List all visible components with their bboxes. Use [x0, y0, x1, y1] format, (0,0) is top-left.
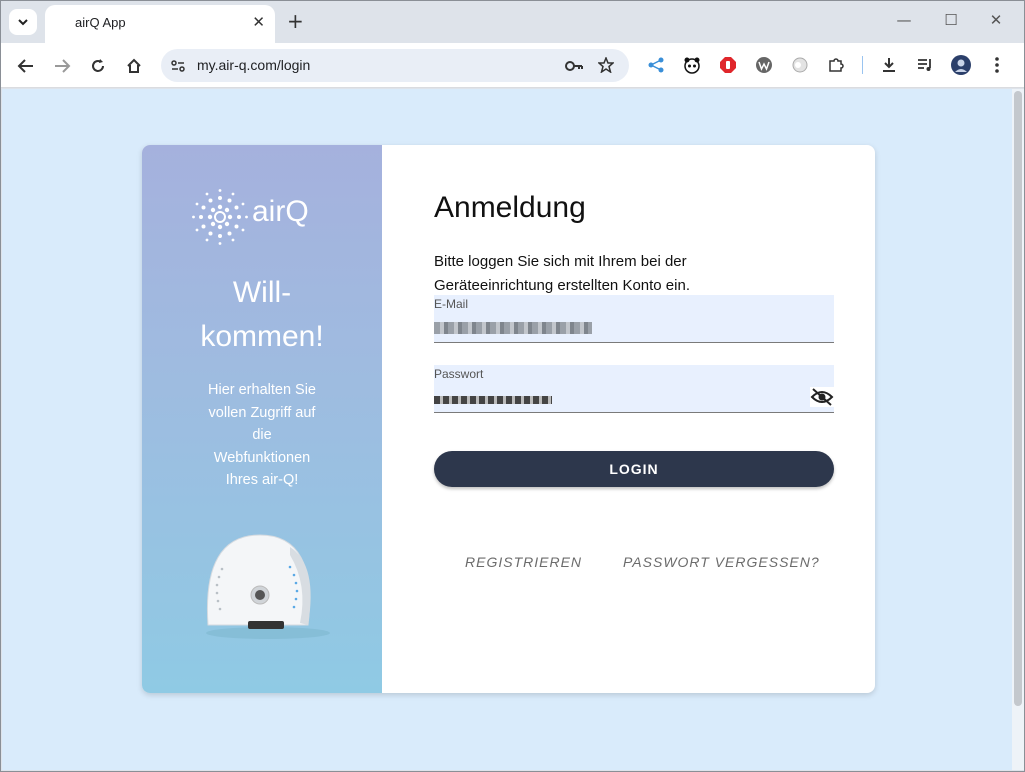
toolbar-divider [862, 56, 863, 74]
login-form-panel: Anmeldung Bitte loggen Sie sich mit Ihre… [382, 145, 875, 693]
w-extension-icon[interactable] [753, 54, 775, 76]
reload-icon[interactable] [86, 54, 110, 78]
welcome-description: Hier erhalten Sie vollen Zugriff auf die… [172, 379, 352, 492]
email-field[interactable]: E-Mail [434, 295, 834, 343]
download-icon[interactable] [878, 54, 900, 76]
forward-icon[interactable] [50, 54, 74, 78]
password-field[interactable]: Passwort [434, 365, 834, 413]
adblock-extension-icon[interactable] [717, 54, 739, 76]
email-label: E-Mail [434, 297, 469, 311]
media-control-icon[interactable] [914, 54, 936, 76]
browser-tab[interactable]: airQ App ✕ [45, 5, 275, 43]
welcome-line: Will- [232, 276, 292, 309]
email-value-redacted [434, 319, 592, 334]
minimize-icon[interactable]: — [894, 11, 914, 29]
browser-window: airQ App ✕ + — ☐ ✕ my.air-q.com/login ai… [0, 0, 1025, 772]
share-icon[interactable] [645, 54, 667, 76]
site-settings-icon[interactable] [170, 58, 186, 74]
title-bar: airQ App ✕ + — ☐ ✕ [1, 1, 1024, 43]
cloud-extension-icon[interactable] [789, 54, 811, 76]
airq-logo-mark-icon [192, 189, 248, 245]
scrollbar-thumb[interactable] [1014, 91, 1022, 706]
chevron-down-icon [18, 19, 28, 26]
description-line: die [252, 427, 272, 443]
description-line: Hier erhalten Sie [208, 382, 316, 398]
register-link[interactable]: REGISTRIEREN [465, 554, 582, 570]
forgot-password-link[interactable]: PASSWORT VERGESSEN? [623, 554, 820, 570]
url-text: my.air-q.com/login [197, 57, 311, 73]
maximize-icon[interactable]: ☐ [941, 11, 961, 29]
airq-logo: airQ [192, 189, 332, 245]
welcome-panel: airQ Will- kommen! Hier erhalten Sie vol… [142, 145, 382, 693]
key-icon[interactable] [564, 58, 584, 74]
extensions-puzzle-icon[interactable] [825, 54, 847, 76]
back-icon[interactable] [14, 54, 38, 78]
address-bar[interactable]: my.air-q.com/login [161, 49, 629, 82]
welcome-heading: Will- kommen! [142, 271, 382, 359]
instruction-line: Bitte loggen Sie sich mit Ihrem bei der [434, 253, 687, 270]
description-line: Webfunktionen [213, 449, 311, 466]
toggle-password-visibility-icon[interactable] [810, 387, 834, 407]
welcome-line: kommen! [200, 320, 324, 353]
login-button[interactable]: LOGIN [434, 451, 834, 487]
menu-kebab-icon[interactable] [986, 54, 1008, 76]
browser-toolbar: my.air-q.com/login [1, 43, 1024, 88]
close-window-icon[interactable]: ✕ [986, 11, 1006, 29]
tab-search-button[interactable] [9, 9, 37, 35]
description-line: Ihres air-Q! [225, 472, 299, 488]
page-scrollbar[interactable] [1012, 89, 1024, 770]
page-title: Anmeldung [434, 191, 586, 224]
close-tab-icon[interactable]: ✕ [252, 13, 265, 31]
password-value-masked [434, 389, 552, 404]
bookmark-star-icon[interactable] [598, 57, 614, 73]
logo-text: airQ [252, 195, 309, 228]
new-tab-icon[interactable]: + [287, 10, 304, 32]
profile-avatar[interactable] [950, 54, 972, 76]
instruction-line: Geräteeinrichtung erstellten Konto ein. [434, 276, 690, 294]
airq-device-image [190, 525, 340, 645]
description-line: vollen Zugriff auf [208, 404, 316, 421]
login-card: airQ Will- kommen! Hier erhalten Sie vol… [142, 145, 875, 693]
home-icon[interactable] [122, 54, 146, 78]
panda-extension-icon[interactable] [681, 54, 703, 76]
password-label: Passwort [434, 367, 484, 381]
tab-title: airQ App [75, 15, 126, 30]
login-instructions: Bitte loggen Sie sich mit Ihrem bei der … [434, 250, 764, 297]
page-viewport: airQ Will- kommen! Hier erhalten Sie vol… [2, 89, 1012, 770]
